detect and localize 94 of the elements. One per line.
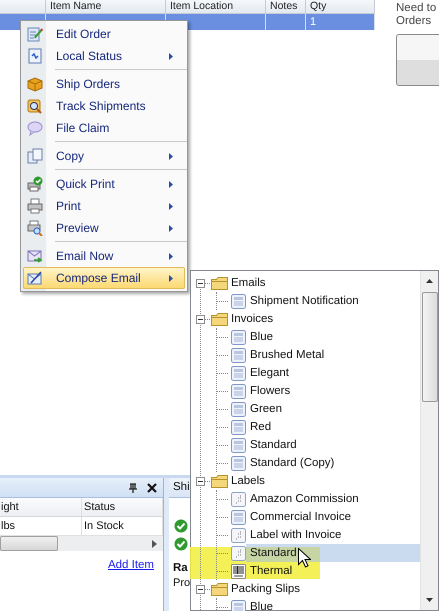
folder-icon	[211, 474, 228, 488]
menu-item[interactable]: Ship Orders	[23, 73, 185, 95]
label-icon	[231, 492, 246, 506]
column-header[interactable]: Item Location	[166, 0, 266, 13]
menu-item[interactable]: Quick Print	[23, 173, 185, 195]
menu-item[interactable]: Track Shipments	[23, 95, 185, 117]
tree-item[interactable]: Red	[246, 418, 420, 436]
folder-icon	[211, 312, 228, 326]
column-header[interactable]: Status	[82, 498, 163, 516]
barcode-icon	[231, 564, 246, 578]
scroll-up-icon[interactable]	[426, 279, 433, 283]
table-cell: In Stock	[82, 517, 163, 535]
tree-item[interactable]: Packing Slips	[228, 583, 300, 595]
label-icon	[231, 546, 246, 560]
collapse-toggle-icon[interactable]	[196, 278, 205, 288]
tree-item[interactable]: Brushed Metal	[246, 346, 420, 364]
speech-bubble-icon	[27, 120, 43, 136]
document-icon	[231, 600, 246, 611]
tree-item[interactable]: Blue	[246, 598, 420, 611]
section-heading: Ra	[173, 562, 188, 574]
mouse-pointer-icon	[298, 548, 311, 568]
collapse-toggle-icon[interactable]	[196, 314, 205, 324]
field-label: Pro	[173, 577, 190, 589]
pencil-icon	[27, 26, 43, 42]
submenu-arrow-icon	[169, 180, 173, 188]
collapse-toggle-icon[interactable]	[196, 584, 205, 594]
document-icon	[231, 510, 246, 524]
scroll-down-icon[interactable]	[426, 598, 433, 602]
document-icon	[231, 456, 246, 470]
label-icon	[231, 528, 246, 542]
document-icon	[231, 420, 246, 434]
check-icon	[174, 537, 188, 551]
column-header[interactable]: Notes	[266, 0, 306, 13]
tree-item[interactable]: Standard	[246, 544, 420, 562]
column-header[interactable]: ight	[0, 498, 82, 516]
document-icon	[231, 330, 246, 344]
submenu-arrow-icon	[169, 274, 173, 282]
submenu-arrow-icon	[169, 52, 173, 60]
folder-icon	[211, 276, 228, 290]
tree-item[interactable]: Emails	[228, 277, 266, 289]
horizontal-scrollbar[interactable]	[0, 536, 163, 551]
package-icon	[27, 76, 43, 92]
tree-item[interactable]: Label with Invoice	[246, 526, 420, 544]
printer-icon	[27, 198, 43, 214]
submenu-arrow-icon	[169, 202, 173, 210]
collapse-toggle-icon[interactable]	[196, 476, 205, 486]
scrollbar-thumb[interactable]	[422, 292, 438, 402]
document-icon	[231, 402, 246, 416]
menu-item[interactable]: Email Now	[23, 245, 185, 267]
tree-item[interactable]: Shipment Notification	[246, 292, 420, 310]
menu-item[interactable]: Local Status	[23, 45, 185, 67]
document-icon	[231, 366, 246, 380]
folder-icon	[211, 582, 228, 596]
menu-item[interactable]: Preview	[23, 217, 185, 239]
tree-item[interactable]: Standard (Copy)	[246, 454, 420, 472]
document-icon	[231, 348, 246, 362]
table-cell: lbs	[0, 517, 82, 535]
menu-item[interactable]: File Claim	[23, 117, 185, 139]
magnifier-icon	[27, 98, 43, 114]
printer-check-icon	[27, 176, 43, 192]
column-header[interactable]: Item Name	[46, 0, 166, 13]
panel-text: Orders	[396, 15, 432, 28]
submenu-arrow-icon	[169, 252, 173, 260]
add-item-link[interactable]: Add Item	[108, 559, 154, 571]
tree-item[interactable]: Thermal	[246, 562, 420, 580]
panel-text: Need to	[396, 2, 438, 15]
copy-icon	[27, 148, 43, 164]
tree-item[interactable]: Blue	[246, 328, 420, 346]
tree-item[interactable]: Amazon Commission	[246, 490, 420, 508]
envelope-pen-icon	[27, 270, 43, 286]
tree-item[interactable]: Labels	[228, 475, 265, 487]
check-icon	[174, 519, 188, 533]
panel-tab[interactable]: Shi	[169, 478, 194, 496]
vertical-scrollbar[interactable]	[420, 271, 438, 610]
scroll-right-icon[interactable]	[152, 540, 157, 548]
tree-item[interactable]: Green	[246, 400, 420, 418]
submenu-arrow-icon	[169, 152, 173, 160]
tree-item[interactable]: Elegant	[246, 364, 420, 382]
pin-icon[interactable]	[129, 482, 137, 492]
close-icon[interactable]	[147, 482, 157, 492]
document-icon	[231, 438, 246, 452]
tree-item[interactable]: Flowers	[246, 382, 420, 400]
menu-item[interactable]: Edit Order	[23, 23, 185, 45]
tree-item[interactable]: Commercial Invoice	[246, 508, 420, 526]
printer-magnifier-icon	[27, 220, 43, 236]
tree-item[interactable]: Standard	[246, 436, 420, 454]
tree-item[interactable]: Invoices	[228, 313, 274, 325]
document-icon	[27, 48, 43, 64]
document-icon	[231, 294, 246, 308]
menu-item[interactable]: Print	[23, 195, 185, 217]
submenu-arrow-icon	[169, 224, 173, 232]
menu-item[interactable]: Compose Email	[23, 267, 185, 289]
menu-item[interactable]: Copy	[23, 145, 185, 167]
document-icon	[231, 384, 246, 398]
